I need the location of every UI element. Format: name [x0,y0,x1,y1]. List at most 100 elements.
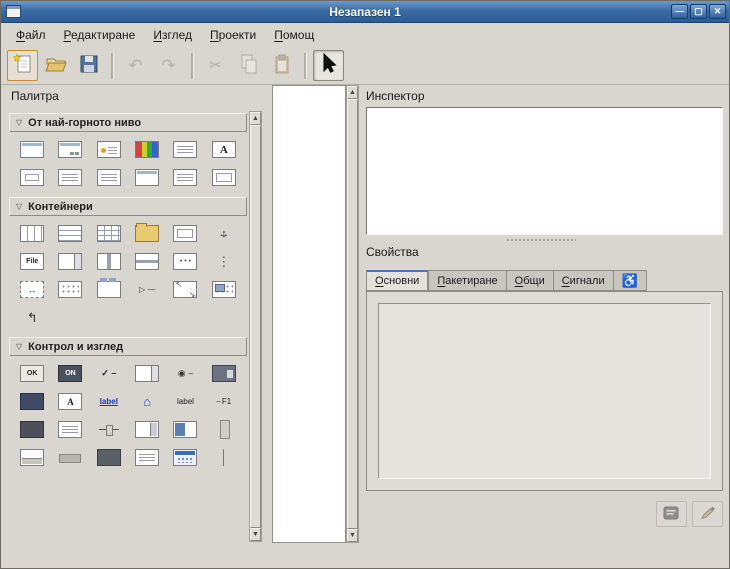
palette-item-calendar[interactable] [166,449,204,466]
minimize-button[interactable]: — [671,4,688,19]
palette-item-vscrollbar[interactable] [205,421,243,438]
palette-item-toolbar-strip[interactable] [90,449,128,466]
palette-item-event-box[interactable] [51,281,89,298]
hbox-icon [20,225,44,242]
palette-item-link-button[interactable]: label [90,393,128,410]
properties-notebook [366,291,723,491]
palette-item-message-dialog[interactable] [90,141,128,158]
check-button-icon [97,365,121,382]
scrollbar-thumb[interactable] [347,99,358,529]
scroll-up-icon[interactable]: ▲ [250,112,261,125]
menu-projects[interactable]: Проекти [201,25,265,45]
palette-item-frame[interactable] [166,225,204,242]
palette-section-header-1[interactable]: ▽Контейнери [9,197,247,216]
palette-section-header-0[interactable]: ▽От най-горното ниво [9,113,247,132]
palette-item-table[interactable] [90,225,128,242]
menu-help[interactable]: Помощ [265,25,323,45]
palette-item-file-selection-dialog[interactable] [166,141,204,158]
palette-item-toggle-button[interactable]: ON [51,365,89,382]
scrollbar-thumb[interactable] [250,125,261,528]
palette-scrollbar[interactable]: ▲ ▼ [249,111,262,542]
palette-item-text-entry[interactable]: A [51,393,89,410]
workspace-canvas[interactable] [272,85,346,543]
pointer-button[interactable] [313,50,344,81]
scroll-up-icon[interactable]: ▲ [347,86,358,99]
palette-item-font-selection-dialog[interactable]: A [205,141,243,158]
vseparator-icon [212,449,236,466]
radio-button-icon [173,365,197,382]
hscrollbar-icon [58,449,82,466]
palette-item-input-dialog[interactable] [13,169,51,186]
palette-item-color-selection-dialog[interactable] [128,141,166,158]
palette-item-notebook[interactable] [90,281,128,298]
dialog-icon [58,141,82,158]
new-button[interactable] [7,50,38,81]
tab-accessibility[interactable]: ♿ [613,270,647,291]
menu-file[interactable]: Файл [7,25,55,45]
close-button[interactable]: ✕ [709,4,726,19]
open-button[interactable] [40,50,71,81]
palette-item-accel-label[interactable]: F1 [205,393,243,410]
menu-edit[interactable]: Редактиране [55,25,145,45]
palette-item-hpaned[interactable] [90,253,128,270]
palette-item-assistant[interactable] [128,169,166,186]
palette-section-label: Контрол и изглед [28,341,123,353]
palette-item-fixed[interactable] [128,225,166,242]
expander-icon: ▽ [16,342,22,351]
tab-signals[interactable]: Сигнали [553,270,613,291]
maximize-button[interactable]: ▢ [690,4,707,19]
palette-item-about-dialog[interactable] [51,169,89,186]
titlebar[interactable]: Незапазен 1 — ▢ ✕ [1,1,729,23]
palette-item-list-view[interactable] [128,449,166,466]
palette-item-toolbar-widget[interactable] [51,253,89,270]
palette-item-vbox[interactable] [51,225,89,242]
tab-common[interactable]: Общи [506,270,553,291]
palette-item-vpaned[interactable] [128,253,166,270]
palette-item-combo-box[interactable] [205,365,243,382]
tab-packing[interactable]: Пакетиране [428,270,505,291]
palette-item-image[interactable] [13,421,51,438]
palette-item-combo-box-entry[interactable] [128,393,166,410]
palette-item-expander[interactable] [128,281,166,298]
pane-gripper[interactable] [506,238,576,242]
edit-icon [699,505,717,524]
inspector-tree[interactable] [366,107,723,235]
palette-item-handle-box[interactable] [13,309,51,326]
window-title: Незапазен 1 [1,5,729,19]
palette-item-entry[interactable] [13,393,51,410]
palette-item-progress-bar[interactable] [166,421,204,438]
palette-item-alignment[interactable] [205,225,243,242]
palette-section-header-2[interactable]: ▽ Контрол и изглед [9,337,247,356]
palette-item-window[interactable] [13,141,51,158]
canvas-scrollbar[interactable]: ▲ ▼ [346,85,359,543]
scroll-down-icon[interactable]: ▼ [250,528,261,541]
palette-item-file-chooser-dialog[interactable] [90,169,128,186]
palette-item-layout[interactable] [205,281,243,298]
palette-item-radio-button[interactable] [166,365,204,382]
palette-item-hscrollbar[interactable] [51,449,89,466]
palette-item-spin-button[interactable] [128,421,166,438]
palette-item-label[interactable]: label [166,393,204,410]
palette-item-menubar[interactable]: File [13,253,51,270]
palette-item-text-view[interactable] [51,421,89,438]
palette-item-hscale[interactable] [90,421,128,438]
palette-item-popup-window[interactable] [205,169,243,186]
palette-item-button[interactable]: OK [13,365,51,382]
undo-icon: ↶ [128,57,142,74]
palette-item-hbox[interactable] [13,225,51,242]
palette-item-viewport[interactable] [13,281,51,298]
palette-item-check-button[interactable] [90,365,128,382]
palette-item-recent-chooser-dialog[interactable] [166,169,204,186]
palette-item-hbuttonbox[interactable] [166,253,204,270]
scroll-down-icon[interactable]: ▼ [347,529,358,542]
palette-item-scrolled-window[interactable] [166,281,204,298]
palette-item-dialog[interactable] [51,141,89,158]
palette-item-statusbar[interactable] [13,449,51,466]
palette-item-vbuttonbox[interactable] [205,253,243,270]
save-button[interactable] [73,50,104,81]
palette-item-option-menu[interactable] [128,365,166,382]
tab-general[interactable]: Основни [366,270,428,291]
menu-view[interactable]: Изглед [144,25,201,45]
palette-item-vseparator[interactable] [205,449,243,466]
new-icon [11,52,35,79]
